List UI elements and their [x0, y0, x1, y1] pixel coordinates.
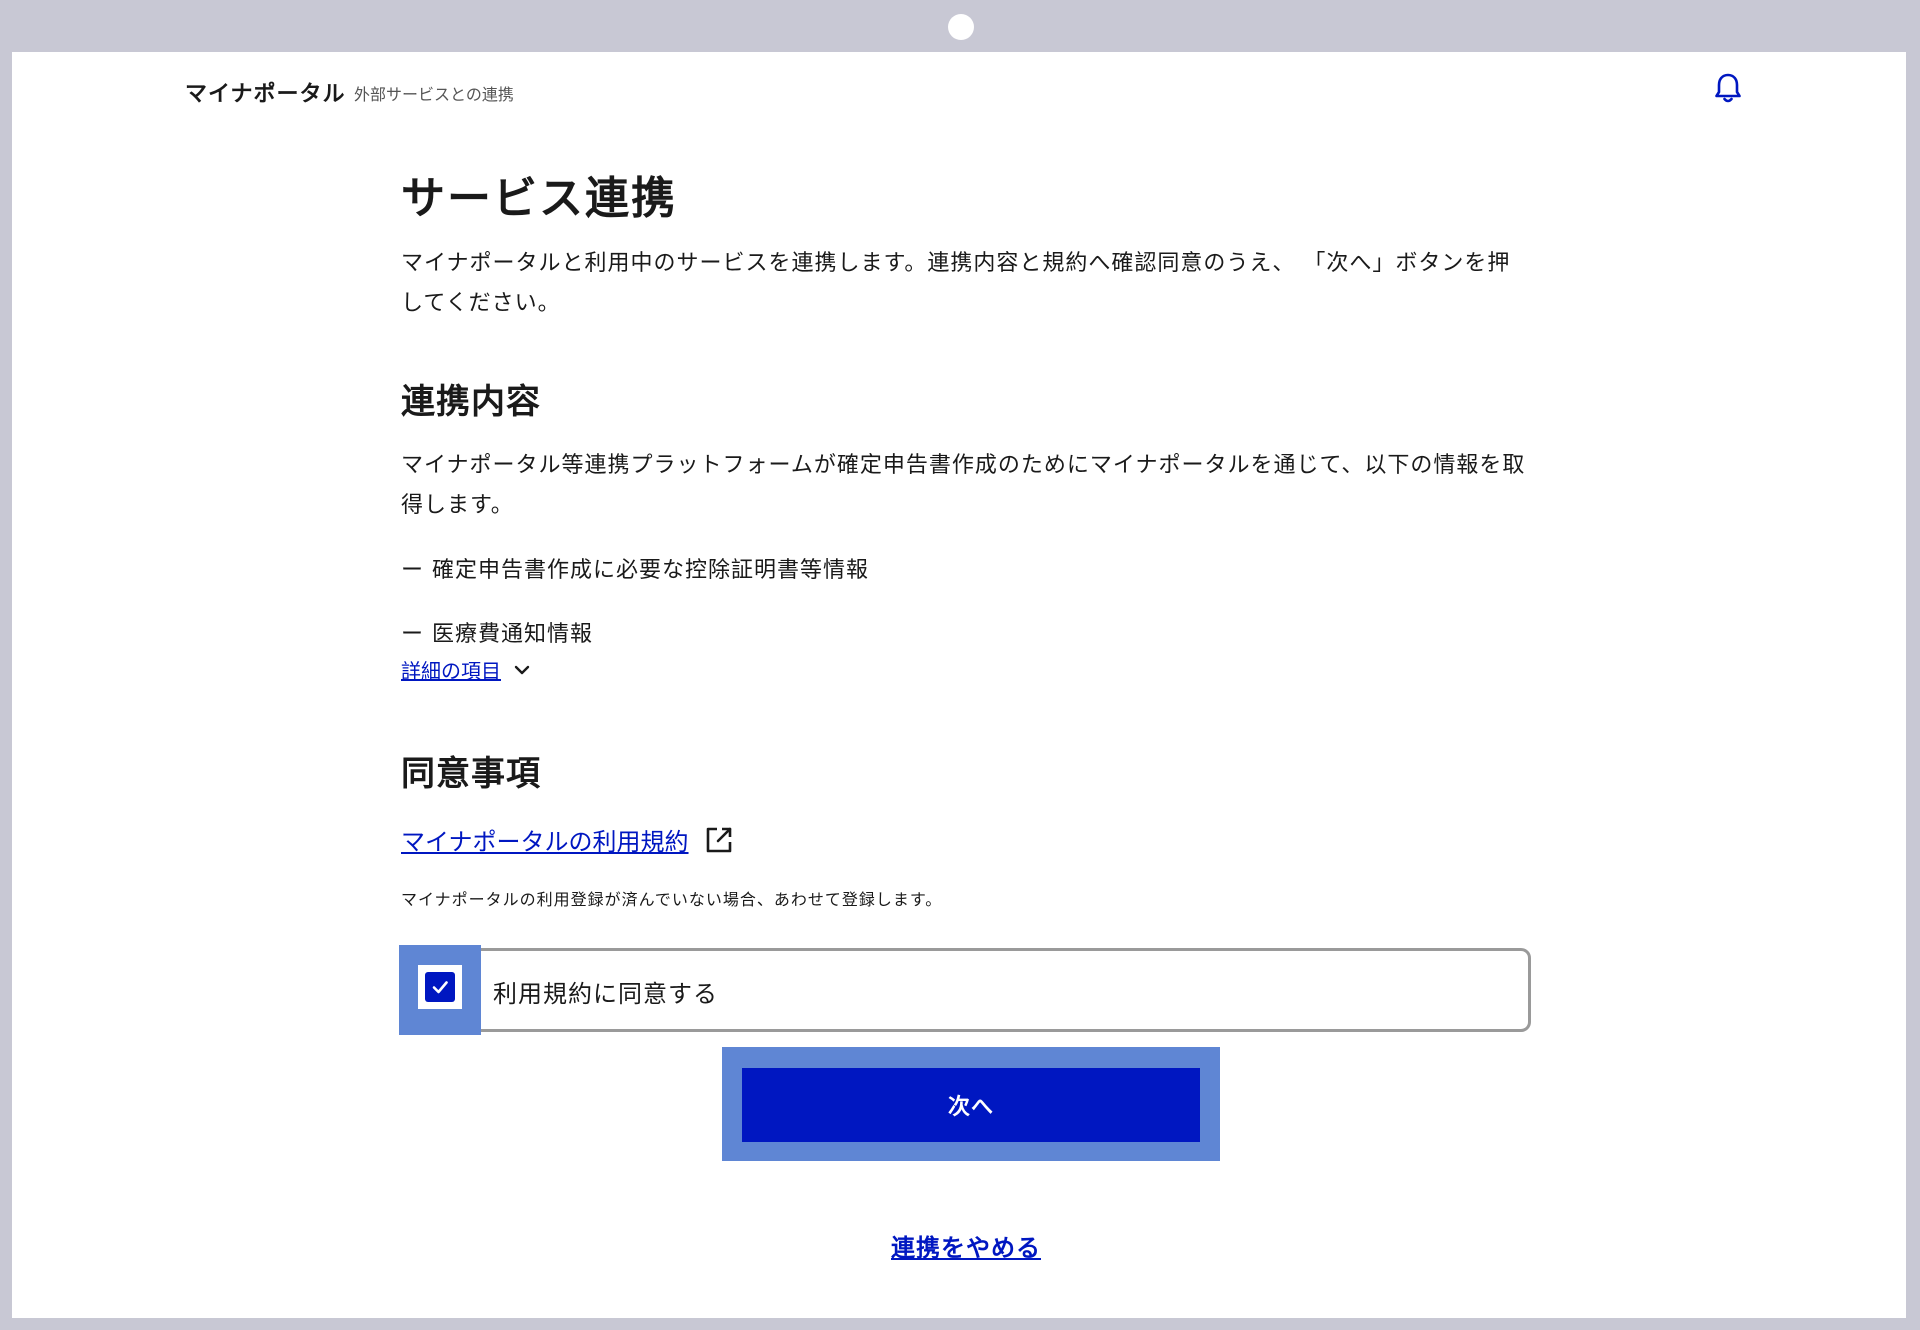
- intro-text: マイナポータルと利用中のサービスを連携します。連携内容と規約へ確認同意のうえ、 …: [401, 251, 1511, 316]
- agree-checkbox[interactable]: [425, 972, 455, 1002]
- chevron-down-icon: [511, 659, 533, 681]
- linkage-description: マイナポータル等連携プラットフォームが確定申告書作成のためにマイナポータルを通じ…: [401, 453, 1526, 518]
- linkage-heading: 連携内容: [401, 382, 541, 422]
- cancel-link[interactable]: 連携をやめる: [401, 1228, 1531, 1263]
- terms-link-label: マイナポータルの利用規約: [401, 828, 689, 856]
- check-icon: [432, 981, 448, 994]
- linkage-item: ー 確定申告書作成に必要な控除証明書等情報: [401, 558, 869, 583]
- bell-icon[interactable]: [1710, 70, 1746, 106]
- registration-note: マイナポータルの利用登録が済んでいない場合、あわせて登録します。: [401, 890, 943, 909]
- brand-logo: マイナポータル: [185, 82, 346, 107]
- header-subtitle: 外部サービスとの連携: [354, 85, 514, 104]
- camera-dot: [948, 14, 974, 40]
- details-toggle-label: 詳細の項目: [401, 659, 501, 683]
- header: マイナポータル 外部サービスとの連携: [12, 52, 1906, 132]
- details-toggle[interactable]: 詳細の項目: [401, 655, 533, 684]
- external-link-icon: [703, 824, 735, 856]
- device-frame: マイナポータル 外部サービスとの連携 サービス連携 マイナポータルと利用中のサー…: [0, 0, 1920, 1330]
- next-button[interactable]: 次へ: [742, 1068, 1200, 1142]
- agree-checkbox-label[interactable]: 利用規約に同意する: [493, 974, 718, 1009]
- screen: マイナポータル 外部サービスとの連携 サービス連携 マイナポータルと利用中のサー…: [12, 52, 1906, 1318]
- consent-heading: 同意事項: [401, 754, 541, 794]
- terms-link[interactable]: マイナポータルの利用規約: [401, 822, 735, 857]
- linkage-item: ー 医療費通知情報: [401, 622, 593, 647]
- page-title: サービス連携: [401, 173, 677, 224]
